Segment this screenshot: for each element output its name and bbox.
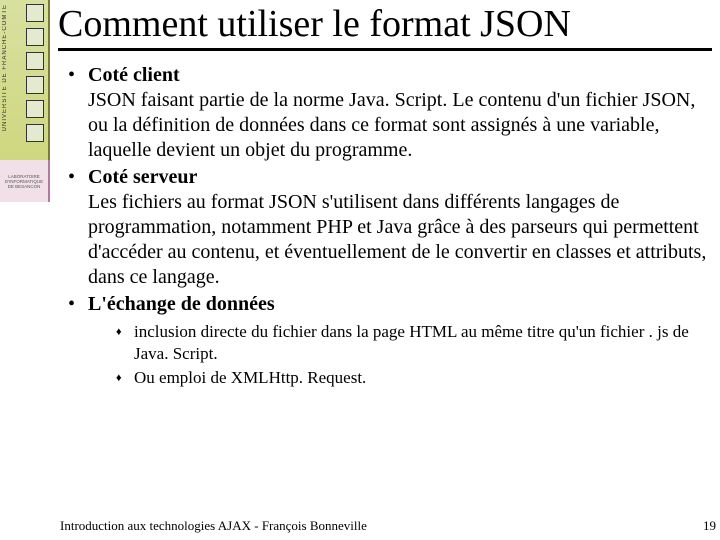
sub-bullet-item: inclusion directe du fichier dans la pag… [116,321,712,365]
sidebar-ornament-icon [26,76,44,94]
page-number: 19 [703,518,720,534]
sidebar-spacer [0,202,50,540]
sidebar-ornament-icon [26,124,44,142]
slide-content: Comment utiliser le format JSON Coté cli… [50,0,720,540]
sidebar: UNIVERSITE DE FRANCHE-COMTE LABORATOIRE … [0,0,50,540]
bullet-item: L'échange de données inclusion directe d… [68,292,712,389]
bullet-list: Coté client JSON faisant partie de la no… [58,57,712,389]
bullet-body: Les fichiers au format JSON s'utilisent … [88,190,712,290]
sidebar-institution-label: UNIVERSITE DE FRANCHE-COMTE [2,4,8,131]
sidebar-ornament-icon [26,28,44,46]
sidebar-institution-block: UNIVERSITE DE FRANCHE-COMTE [0,0,50,160]
sidebar-lab-label: LABORATOIRE D'INFORMATIQUE DE BESANCON [2,174,46,189]
sidebar-lab-block: LABORATOIRE D'INFORMATIQUE DE BESANCON [0,160,50,202]
slide-footer: Introduction aux technologies AJAX - Fra… [60,518,720,534]
sidebar-ornament-icon [26,52,44,70]
bullet-item: Coté client JSON faisant partie de la no… [68,63,712,163]
bullet-head: Coté client [88,63,712,88]
bullet-item: Coté serveur Les fichiers au format JSON… [68,165,712,290]
bullet-head: Coté serveur [88,165,712,190]
bullet-body: JSON faisant partie de la norme Java. Sc… [88,88,712,163]
sidebar-icon-stack [26,4,44,142]
sidebar-ornament-icon [26,100,44,118]
bullet-head: L'échange de données [88,292,712,317]
sub-bullet-item: Ou emploi de XMLHttp. Request. [116,367,712,389]
footer-text: Introduction aux technologies AJAX - Fra… [60,518,367,534]
sidebar-ornament-icon [26,4,44,22]
slide-title: Comment utiliser le format JSON [58,4,712,51]
sub-bullet-list: inclusion directe du fichier dans la pag… [88,317,712,389]
